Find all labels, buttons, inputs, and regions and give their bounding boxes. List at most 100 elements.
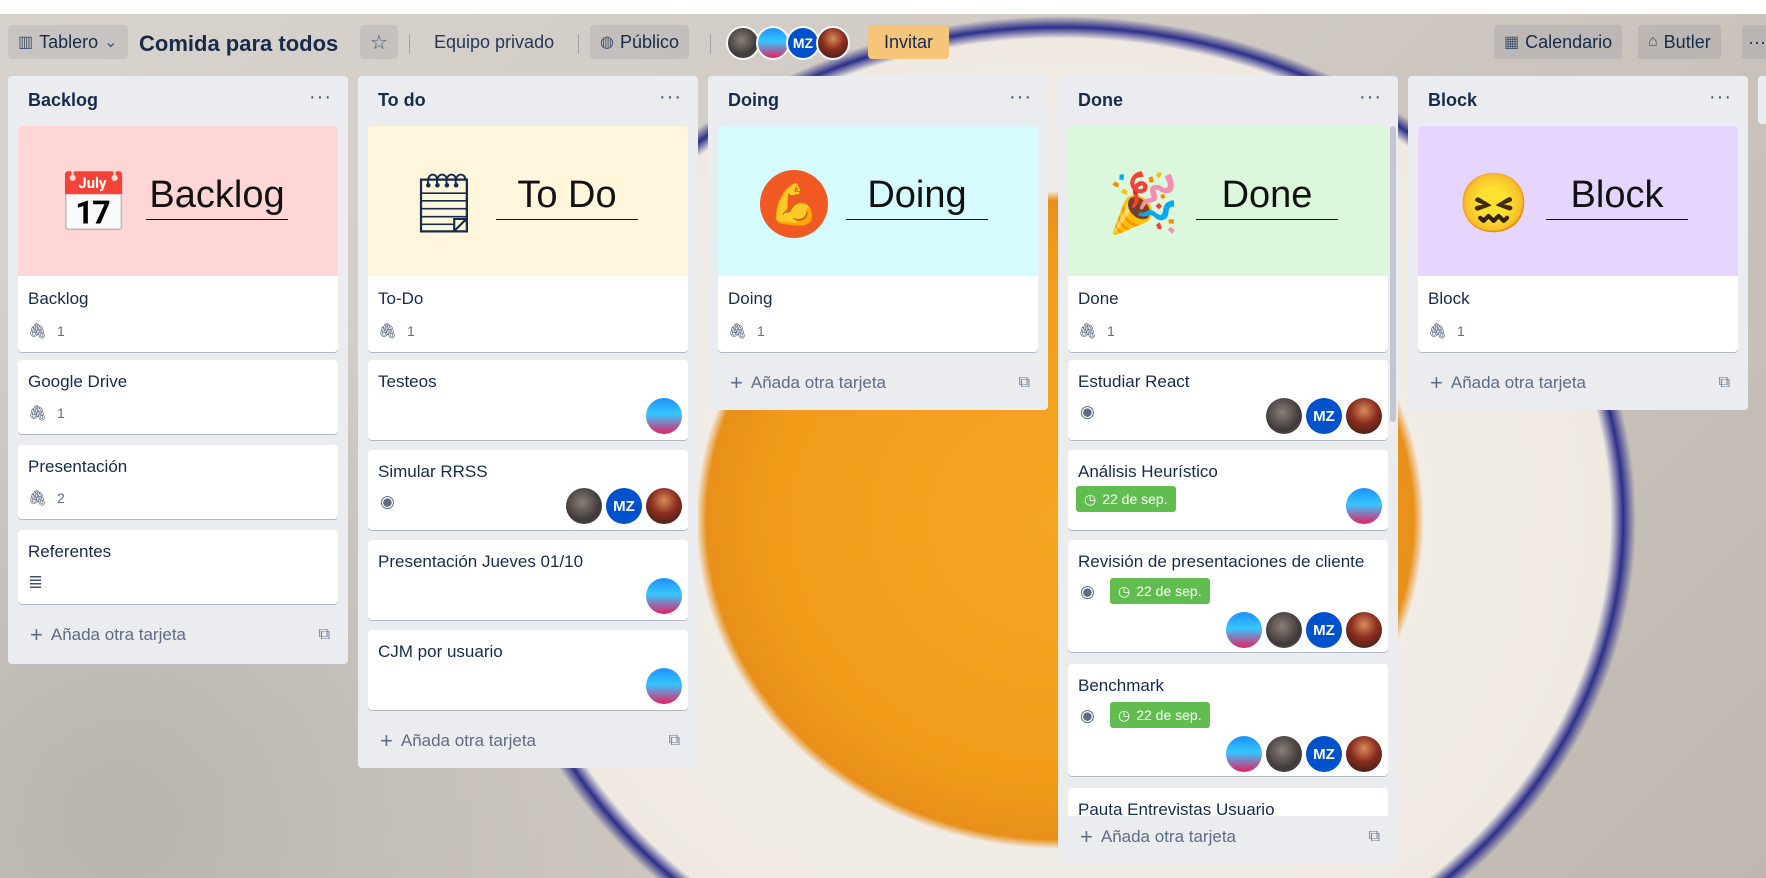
calendar-button[interactable]: ▦ Calendario <box>1494 25 1623 59</box>
card-members <box>1342 488 1382 524</box>
list-menu-icon[interactable]: ··· <box>659 86 682 109</box>
add-card-button[interactable]: + Añada otra tarjeta <box>1430 370 1586 396</box>
due-date-badge[interactable]: ◷ 22 de sep. <box>1110 578 1210 604</box>
paperclip-icon: 🖇 <box>728 323 748 340</box>
list-card[interactable]: Benchmark ◉ ◷ 22 de sep. MZ <box>1068 664 1388 776</box>
avatar[interactable]: MZ <box>786 26 820 60</box>
due-date-badge[interactable]: ◷ 22 de sep. <box>1076 486 1176 512</box>
avatar[interactable] <box>646 398 682 434</box>
list-title[interactable]: Doing <box>728 90 779 111</box>
card-template-icon[interactable]: ⧉ <box>319 626 330 644</box>
due-date-badge[interactable]: ◷ 22 de sep. <box>1110 702 1210 728</box>
attachment-badge: 🖇 1 <box>28 404 65 422</box>
header-divider <box>578 34 579 54</box>
list-done: Done ··· 🎉 Done Done 🖇 1 Estudiar React … <box>1058 76 1398 864</box>
calendar-icon: 📅 <box>57 171 131 236</box>
card-title: Done <box>1078 289 1119 308</box>
butler-button[interactable]: ⌂ Butler <box>1638 25 1721 59</box>
list-card[interactable]: CJM por usuario <box>368 630 688 710</box>
avatar[interactable] <box>1266 612 1302 648</box>
list-menu-icon[interactable]: ··· <box>1359 86 1382 109</box>
team-button[interactable]: Equipo privado <box>434 25 554 59</box>
list-card[interactable]: Presentación 🖇 2 <box>18 445 338 519</box>
list-menu-icon[interactable]: ··· <box>309 86 332 109</box>
cover-word: Done <box>1196 174 1338 220</box>
avatar[interactable]: MZ <box>1306 612 1342 648</box>
avatar[interactable] <box>566 488 602 524</box>
avatar[interactable] <box>1346 612 1382 648</box>
card-cover[interactable]: 🎉 Done Done 🖇 1 <box>1068 126 1388 352</box>
avatar[interactable] <box>1226 736 1262 772</box>
attachment-badge: 🖇 1 <box>1078 322 1115 340</box>
calendar-label: Calendario <box>1525 31 1613 52</box>
list-menu-icon[interactable]: ··· <box>1709 86 1732 109</box>
card-cover[interactable]: 💪 Doing Doing 🖇 1 <box>718 126 1038 352</box>
avatar[interactable] <box>1266 398 1302 434</box>
avatar[interactable] <box>1266 736 1302 772</box>
card-template-icon[interactable]: ⧉ <box>1019 374 1030 392</box>
card-title: Doing <box>728 289 773 308</box>
invite-button[interactable]: Invitar <box>868 25 950 59</box>
avatar[interactable]: MZ <box>606 488 642 524</box>
avatar[interactable] <box>1346 398 1382 434</box>
card-cover[interactable]: 📅 Backlog Backlog 🖇 1 <box>18 126 338 352</box>
avatar[interactable] <box>646 578 682 614</box>
avatar[interactable]: MZ <box>1306 736 1342 772</box>
list-card[interactable]: Simular RRSS ◉ MZ <box>368 450 688 530</box>
star-button[interactable]: ☆ <box>360 25 398 59</box>
card-template-icon[interactable]: ⧉ <box>669 732 680 750</box>
card-title: Block <box>1428 289 1470 308</box>
list-title[interactable]: Done <box>1078 90 1123 111</box>
avatar[interactable]: MZ <box>1306 398 1342 434</box>
card-template-icon[interactable]: ⧉ <box>1369 828 1380 846</box>
card-cover-image: 🗒 To Do <box>368 126 688 276</box>
avatar[interactable] <box>1346 488 1382 524</box>
card-cover[interactable]: 🗒 To Do To-Do 🖇 1 <box>368 126 688 352</box>
list-title[interactable]: To do <box>378 90 426 111</box>
card-cover-image: 😖 Block <box>1418 126 1738 276</box>
attachment-count: 1 <box>1457 323 1465 339</box>
list-card[interactable]: Pauta Entrevistas Usuario <box>1068 788 1388 818</box>
avatar[interactable] <box>646 488 682 524</box>
card-title: Revisión de presentaciones de cliente <box>1078 552 1365 571</box>
avatar[interactable] <box>816 26 850 60</box>
card-title: Estudiar React <box>1078 372 1190 391</box>
list-header: To do ··· <box>358 76 698 122</box>
card-cover[interactable]: 😖 Block Block 🖇 1 <box>1418 126 1738 352</box>
attachment-count: 1 <box>57 323 65 339</box>
list-card[interactable]: Google Drive 🖇 1 <box>18 360 338 434</box>
clock-icon: ◷ <box>1084 490 1097 507</box>
list-card[interactable]: Revisión de presentaciones de cliente ◉ … <box>1068 540 1388 652</box>
list-title[interactable]: Block <box>1428 90 1477 111</box>
paperclip-icon: 🖇 <box>1428 323 1448 340</box>
list-card[interactable]: Presentación Jueves 01/10 <box>368 540 688 620</box>
avatar[interactable] <box>726 26 760 60</box>
more-menu-button[interactable]: ··· <box>1742 25 1766 59</box>
list-card[interactable]: Estudiar React ◉ MZ <box>1068 360 1388 440</box>
list-menu-icon[interactable]: ··· <box>1009 86 1032 109</box>
board-title[interactable]: Comida para todos <box>139 31 338 57</box>
add-card-button[interactable]: + Añada otra tarjeta <box>30 622 186 648</box>
avatar[interactable] <box>1226 612 1262 648</box>
list-card[interactable]: Análisis Heurístico ◷ 22 de sep. <box>1068 450 1388 530</box>
card-template-icon[interactable]: ⧉ <box>1719 374 1730 392</box>
list-title[interactable]: Backlog <box>28 90 98 111</box>
clock-icon: ◷ <box>1118 582 1131 599</box>
avatar[interactable] <box>646 668 682 704</box>
add-card-button[interactable]: + Añada otra tarjeta <box>730 370 886 396</box>
watch-icon: ◉ <box>1080 582 1095 601</box>
list-scrollbar[interactable] <box>1390 126 1396 422</box>
board-view-switcher[interactable]: ▥ Tablero ⌄ <box>8 25 128 59</box>
avatar[interactable] <box>756 26 790 60</box>
add-card-button[interactable]: + Añada otra tarjeta <box>1080 824 1236 850</box>
visibility-button[interactable]: ◍ Público <box>590 25 690 59</box>
attachment-count: 2 <box>57 490 65 506</box>
add-card-button[interactable]: + Añada otra tarjeta <box>380 728 536 754</box>
list-card[interactable]: Testeos <box>368 360 688 440</box>
avatar[interactable] <box>1346 736 1382 772</box>
card-title: To-Do <box>378 289 424 308</box>
list-header: Doing ··· <box>708 76 1048 122</box>
list-next-edge <box>1758 76 1766 124</box>
list-backlog: Backlog ··· 📅 Backlog Backlog 🖇 1 Google… <box>8 76 348 664</box>
list-card[interactable]: Referentes ≣ <box>18 530 338 604</box>
